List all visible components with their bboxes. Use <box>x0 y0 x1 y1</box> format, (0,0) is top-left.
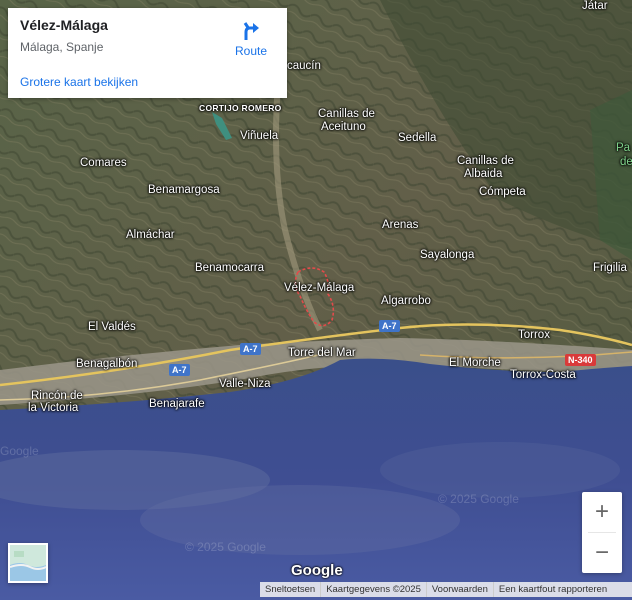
place-label: Albaida <box>464 168 503 180</box>
place-label: Canillas de <box>318 108 375 120</box>
place-label: Sayalonga <box>420 249 475 261</box>
terms-link[interactable]: Voorwaarden <box>425 582 493 597</box>
map-data-text: Kaartgegevens ©2025 <box>320 582 426 597</box>
larger-map-link[interactable]: Grotere kaart bekijken <box>20 75 138 89</box>
place-label: Arenas <box>382 219 419 231</box>
place-label: Torrox-Costa <box>510 369 576 381</box>
road-shield: A-7 <box>379 320 400 332</box>
place-label: Vélez-Málaga <box>284 282 355 294</box>
place-label: El Morche <box>449 357 501 369</box>
place-title: Vélez-Málaga <box>20 17 108 33</box>
place-label: Benamargosa <box>148 184 220 196</box>
map-watermark: © 2025 Google <box>185 540 266 554</box>
satellite-thumbnail-icon <box>10 545 46 581</box>
place-label: Játar <box>582 0 608 12</box>
place-label: Pa <box>616 142 631 154</box>
zoom-in-button[interactable]: + <box>582 492 622 532</box>
place-label: Algarrobo <box>381 295 431 307</box>
route-button[interactable]: Route <box>225 18 277 66</box>
place-label: Sedella <box>398 132 437 144</box>
route-label: Route <box>234 44 268 58</box>
place-label: la Victoria <box>28 402 79 414</box>
place-label: Benamocarra <box>195 262 265 274</box>
place-label: Benagalbón <box>76 358 138 370</box>
place-subtitle: Málaga, Spanje <box>20 40 104 54</box>
place-label: Canillas de <box>457 155 514 167</box>
place-label: Torre del Mar <box>288 347 356 359</box>
place-label: Valle-Niza <box>219 378 271 390</box>
place-label: CORTIJO ROMERO <box>199 103 282 113</box>
place-label: caucín <box>287 60 321 72</box>
keyboard-shortcuts-link[interactable]: Sneltoetsen <box>260 582 320 597</box>
place-label: Viñuela <box>240 130 279 142</box>
place-info-card: Vélez-Málaga Málaga, Spanje Route Groter… <box>8 8 287 98</box>
road-shield: A-7 <box>169 364 190 376</box>
place-label: de <box>620 156 632 168</box>
road-shield: N-340 <box>565 354 596 366</box>
place-label: Almáchar <box>126 229 175 241</box>
report-error-link[interactable]: Een kaartfout rapporteren <box>492 582 612 597</box>
place-label: Comares <box>80 157 127 169</box>
zoom-controls: + − <box>582 492 622 573</box>
map-watermark: © 2025 Google <box>438 492 519 506</box>
road-shield: A-7 <box>240 343 261 355</box>
place-label: Benajarafe <box>149 398 205 410</box>
place-label: Frigilia <box>593 262 627 274</box>
route-arrow-icon <box>243 22 259 40</box>
place-label: Cómpeta <box>479 186 526 198</box>
place-label: Aceituno <box>321 121 366 133</box>
map-footer: Sneltoetsen Kaartgegevens ©2025 Voorwaar… <box>260 582 632 597</box>
place-label: Torrox <box>518 329 550 341</box>
map-watermark: Google <box>0 444 39 458</box>
zoom-out-button[interactable]: − <box>582 533 622 573</box>
map-type-toggle[interactable] <box>8 543 48 583</box>
google-logo: Google <box>291 562 343 579</box>
place-label: El Valdés <box>88 321 136 333</box>
